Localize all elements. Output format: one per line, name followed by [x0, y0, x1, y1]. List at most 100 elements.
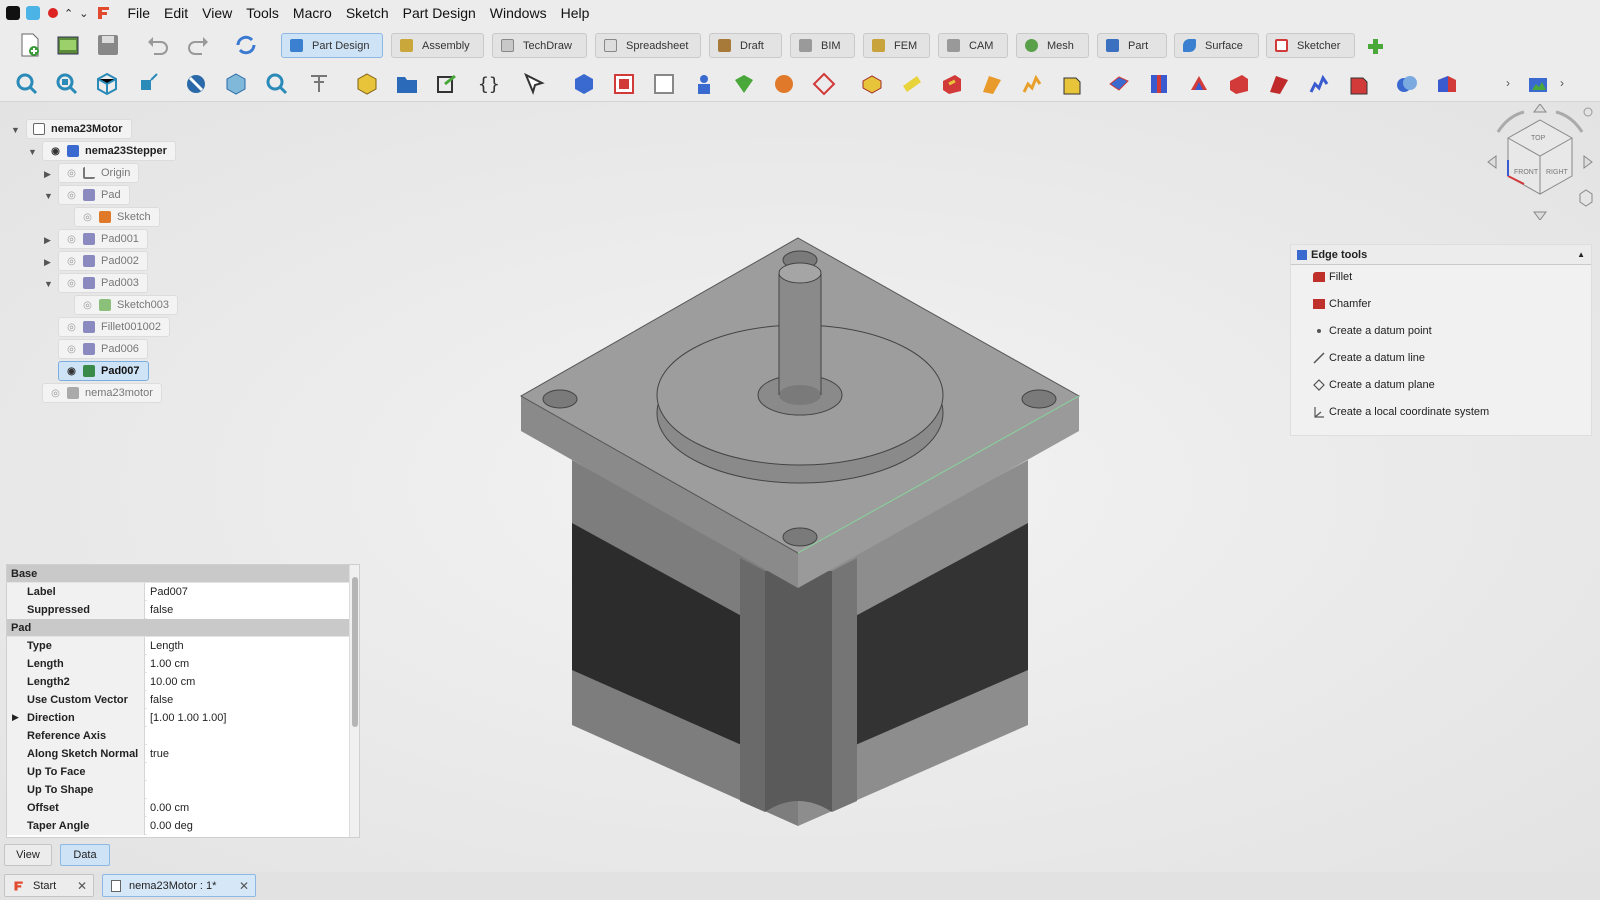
collapse-arrow-icon[interactable]: ▼	[44, 191, 54, 201]
property-scrollbar[interactable]	[349, 565, 359, 837]
tree-item-nema23motor[interactable]: ◎ nema23motor	[42, 383, 162, 403]
subtractive-pipe-icon[interactable]	[1267, 72, 1291, 96]
fit-selection-icon[interactable]	[55, 72, 79, 96]
hidden-eye-icon[interactable]: ◎	[65, 234, 78, 245]
tab-data[interactable]: Data	[60, 844, 110, 866]
workbench-surface[interactable]: Surface	[1174, 33, 1259, 58]
menu-file[interactable]: File	[120, 5, 157, 21]
scrollbar-thumb[interactable]	[352, 577, 358, 727]
redo-icon[interactable]	[185, 32, 211, 58]
edge-tools-header[interactable]: Edge tools ▲	[1291, 245, 1591, 265]
tree-item-pad003[interactable]: ◎ Pad003	[58, 273, 148, 293]
tree-item-fillet[interactable]: ◎ Fillet001002	[58, 317, 170, 337]
draw-style-icon[interactable]	[184, 72, 208, 96]
menu-help[interactable]: Help	[554, 5, 597, 21]
chevron-down-icon[interactable]: ⌄	[79, 7, 88, 20]
workbench-spreadsheet[interactable]: Spreadsheet	[595, 33, 701, 58]
property-value[interactable]: 1.00 cm	[147, 655, 349, 673]
sketch-icon[interactable]	[732, 72, 756, 96]
workbench-draft[interactable]: Draft	[709, 33, 782, 58]
menu-view[interactable]: View	[195, 5, 239, 21]
hidden-eye-icon[interactable]: ◎	[65, 344, 78, 355]
property-row-length[interactable]: Length 1.00 cm	[7, 655, 349, 673]
tree-item-sketch[interactable]: ◎ Sketch	[74, 207, 160, 227]
hidden-eye-icon[interactable]: ◎	[65, 168, 78, 179]
chamfer-tool[interactable]: Chamfer	[1313, 295, 1371, 313]
expand-arrow-icon[interactable]: ▶	[44, 235, 54, 245]
hidden-eye-icon[interactable]: ◎	[65, 322, 78, 333]
datum-line-tool[interactable]: Create a datum line	[1313, 349, 1425, 367]
workbench-assembly[interactable]: Assembly	[391, 33, 484, 58]
property-row-label[interactable]: Label Pad007	[7, 583, 349, 601]
workbench-techdraw[interactable]: TechDraw	[492, 33, 587, 58]
tree-item-pad006[interactable]: ◎ Pad006	[58, 339, 148, 359]
property-row-type[interactable]: Type Length	[7, 637, 349, 655]
expand-arrow-icon[interactable]: ▶	[44, 257, 54, 267]
tab-view[interactable]: View	[4, 844, 52, 866]
close-icon[interactable]: ✕	[239, 879, 249, 893]
expand-arrow-icon[interactable]: ▶	[44, 169, 54, 179]
link-icon[interactable]	[435, 72, 459, 96]
hidden-eye-icon[interactable]: ◎	[81, 212, 94, 223]
menu-sketch[interactable]: Sketch	[339, 5, 396, 21]
property-value[interactable]: [1.00 1.00 1.00]	[147, 709, 349, 727]
property-row-use-custom-vector[interactable]: Use Custom Vector false	[7, 691, 349, 709]
add-workbench-icon[interactable]	[1365, 36, 1387, 58]
tree-item-pad001[interactable]: ◎ Pad001	[58, 229, 148, 249]
workbench-fem[interactable]: FEM	[863, 33, 930, 58]
menu-edit[interactable]: Edit	[157, 5, 195, 21]
property-row-length2[interactable]: Length2 10.00 cm	[7, 673, 349, 691]
additive-primitive-icon[interactable]	[1060, 72, 1084, 96]
new-document-icon[interactable]	[17, 32, 43, 58]
loft-icon[interactable]	[940, 72, 964, 96]
tree-item-pad[interactable]: ◎ Pad	[58, 185, 130, 205]
navigation-cube[interactable]: TOP FRONT RIGHT	[1484, 103, 1596, 221]
subtractive-primitive-icon[interactable]	[1347, 72, 1371, 96]
tree-item-body[interactable]: ◉ nema23Stepper	[42, 141, 176, 161]
hidden-eye-icon[interactable]: ◎	[81, 300, 94, 311]
macro-icon[interactable]: {}	[475, 72, 500, 96]
groove-icon[interactable]	[1187, 72, 1211, 96]
local-coordinate-system-tool[interactable]: Create a local coordinate system	[1313, 403, 1489, 421]
isometric-view-icon[interactable]	[95, 72, 119, 96]
chevron-up-icon[interactable]: ⌃	[64, 7, 73, 20]
menu-part-design[interactable]: Part Design	[396, 5, 483, 21]
tree-item-root[interactable]: nema23Motor	[26, 119, 132, 139]
shape-binder-icon[interactable]	[612, 72, 636, 96]
workbench-part[interactable]: Part	[1097, 33, 1167, 58]
helix-icon[interactable]	[1020, 72, 1044, 96]
tab-start[interactable]: Start ✕	[4, 874, 94, 897]
menu-tools[interactable]: Tools	[239, 5, 286, 21]
record-icon[interactable]	[48, 8, 58, 18]
save-icon[interactable]	[95, 32, 121, 58]
property-value[interactable]: Length	[147, 637, 349, 655]
tree-item-origin[interactable]: ◎ Origin	[58, 163, 140, 183]
visibility-eye-icon[interactable]: ◉	[65, 366, 78, 377]
mirrored-icon[interactable]	[1435, 72, 1459, 96]
property-value[interactable]: 0.00 deg	[147, 817, 349, 835]
pad-icon[interactable]	[860, 72, 884, 96]
property-row-up-to-shape[interactable]: Up To Shape	[7, 781, 349, 799]
subtractive-helix-icon[interactable]	[1307, 72, 1331, 96]
measure-icon[interactable]	[137, 72, 161, 96]
hidden-eye-icon[interactable]: ◎	[65, 278, 78, 289]
menu-macro[interactable]: Macro	[286, 5, 339, 21]
tab-document[interactable]: nema23Motor : 1* ✕	[102, 874, 256, 897]
property-group-base[interactable]: Base	[7, 565, 349, 583]
zoom-icon[interactable]	[265, 72, 289, 96]
overflow-chevron-icon[interactable]: ›	[1506, 76, 1518, 100]
visibility-eye-icon[interactable]: ◉	[49, 146, 62, 157]
bounding-box-icon[interactable]	[224, 72, 248, 96]
property-row-taper-angle[interactable]: Taper Angle 0.00 deg	[7, 817, 349, 835]
property-value[interactable]: 0.00 cm	[147, 799, 349, 817]
collapse-arrow-icon[interactable]: ▼	[28, 147, 38, 157]
datum-point-tool[interactable]: Create a datum point	[1313, 322, 1432, 340]
property-row-reference-axis[interactable]: Reference Axis	[7, 727, 349, 745]
group-icon[interactable]	[395, 72, 419, 96]
property-value[interactable]	[147, 727, 349, 745]
property-value[interactable]	[147, 763, 349, 781]
app-icon[interactable]	[6, 6, 20, 20]
property-value[interactable]: Pad007	[147, 583, 349, 601]
property-row-offset[interactable]: Offset 0.00 cm	[7, 799, 349, 817]
hidden-eye-icon[interactable]: ◎	[49, 388, 62, 399]
